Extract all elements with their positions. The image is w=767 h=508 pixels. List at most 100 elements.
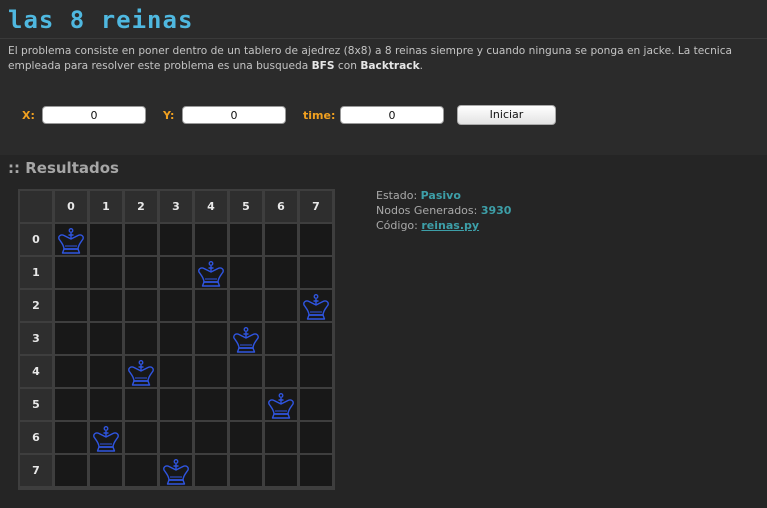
board-cell: [195, 356, 227, 387]
board-cell: [55, 356, 87, 387]
controls-bar: X: Y: time: Iniciar: [0, 105, 767, 128]
codigo-link[interactable]: reinas.py: [421, 219, 479, 232]
chess-board: 0123456701234567: [18, 189, 335, 490]
board-cell: [230, 389, 262, 420]
board-cell: [90, 323, 122, 354]
results-panel: :: Resultados 0123456701234567 Estado: P…: [0, 155, 767, 508]
board-cell: [230, 455, 262, 486]
nodos-value: 3930: [480, 204, 512, 217]
y-input[interactable]: [182, 106, 286, 124]
title-divider: [0, 38, 767, 39]
row-header: 0: [20, 224, 52, 255]
time-label: time:: [303, 109, 336, 122]
board-cell: [230, 257, 262, 288]
board-cell: [230, 224, 262, 255]
results-info: Estado: Pasivo Nodos Generados: 3930 Cód…: [376, 188, 511, 233]
board-cell: [90, 389, 122, 420]
nodos-row: Nodos Generados: 3930: [376, 203, 511, 218]
board-cell: [125, 356, 157, 387]
queen-icon: [125, 356, 157, 387]
description-backtrack: Backtrack: [360, 60, 420, 72]
board-cell: [90, 422, 122, 453]
queen-icon: [195, 257, 227, 288]
board-cell: [195, 389, 227, 420]
row-header: 2: [20, 290, 52, 321]
board-cell: [195, 422, 227, 453]
description-bfs: BFS: [311, 60, 335, 72]
board-cell: [90, 290, 122, 321]
description: El problema consiste en poner dentro de …: [8, 44, 763, 74]
board-cell: [55, 257, 87, 288]
board-cell: [55, 290, 87, 321]
column-header: 6: [265, 191, 297, 222]
description-text-2: con: [334, 60, 361, 72]
board-cell: [265, 389, 297, 420]
board-cell: [90, 224, 122, 255]
board-cell: [300, 356, 332, 387]
board-cell: [300, 257, 332, 288]
board-cell: [125, 257, 157, 288]
x-input[interactable]: [42, 106, 146, 124]
board-cell: [160, 422, 192, 453]
row-header: 4: [20, 356, 52, 387]
start-button[interactable]: Iniciar: [457, 105, 556, 125]
codigo-row: Código: reinas.py: [376, 218, 511, 233]
board-cell: [265, 356, 297, 387]
board-cell: [265, 257, 297, 288]
row-header: 3: [20, 323, 52, 354]
board-cell: [230, 323, 262, 354]
board-cell: [195, 290, 227, 321]
board-cell: [160, 389, 192, 420]
board-cell: [90, 356, 122, 387]
board-cell: [160, 290, 192, 321]
column-header: 2: [125, 191, 157, 222]
codigo-label: Código:: [376, 219, 418, 232]
board-cell: [300, 389, 332, 420]
description-text-3: .: [419, 60, 423, 72]
board-cell: [55, 389, 87, 420]
board-cell: [125, 389, 157, 420]
board-cell: [160, 323, 192, 354]
x-label: X:: [22, 109, 35, 122]
board-corner: [20, 191, 52, 222]
board-cell: [230, 290, 262, 321]
board-cell: [265, 455, 297, 486]
estado-label: Estado:: [376, 189, 418, 202]
board-cell: [195, 455, 227, 486]
board-cell: [125, 422, 157, 453]
estado-value: Pasivo: [420, 189, 461, 202]
board-cell: [265, 224, 297, 255]
board-cell: [125, 290, 157, 321]
board-cell: [160, 257, 192, 288]
board-cell: [230, 356, 262, 387]
board-cell: [265, 323, 297, 354]
nodos-label: Nodos Generados:: [376, 204, 478, 217]
row-header: 5: [20, 389, 52, 420]
board-cell: [195, 323, 227, 354]
queen-icon: [90, 422, 122, 453]
column-header: 1: [90, 191, 122, 222]
column-header: 3: [160, 191, 192, 222]
board-cell: [90, 257, 122, 288]
column-header: 5: [230, 191, 262, 222]
page-title: las 8 reinas: [8, 6, 194, 34]
board-cell: [195, 224, 227, 255]
board-cell: [300, 224, 332, 255]
column-header: 4: [195, 191, 227, 222]
board-cell: [55, 224, 87, 255]
board-cell: [300, 323, 332, 354]
board-cell: [160, 455, 192, 486]
queen-icon: [300, 290, 332, 321]
board-cell: [125, 455, 157, 486]
queen-icon: [230, 323, 262, 354]
board-cell: [55, 323, 87, 354]
time-input[interactable]: [340, 106, 444, 124]
row-header: 7: [20, 455, 52, 486]
board-cell: [55, 422, 87, 453]
board-cell: [230, 422, 262, 453]
board-cell: [300, 422, 332, 453]
board-cell: [55, 455, 87, 486]
board-cell: [300, 455, 332, 486]
board-cell: [125, 224, 157, 255]
results-title: :: Resultados: [8, 159, 119, 177]
